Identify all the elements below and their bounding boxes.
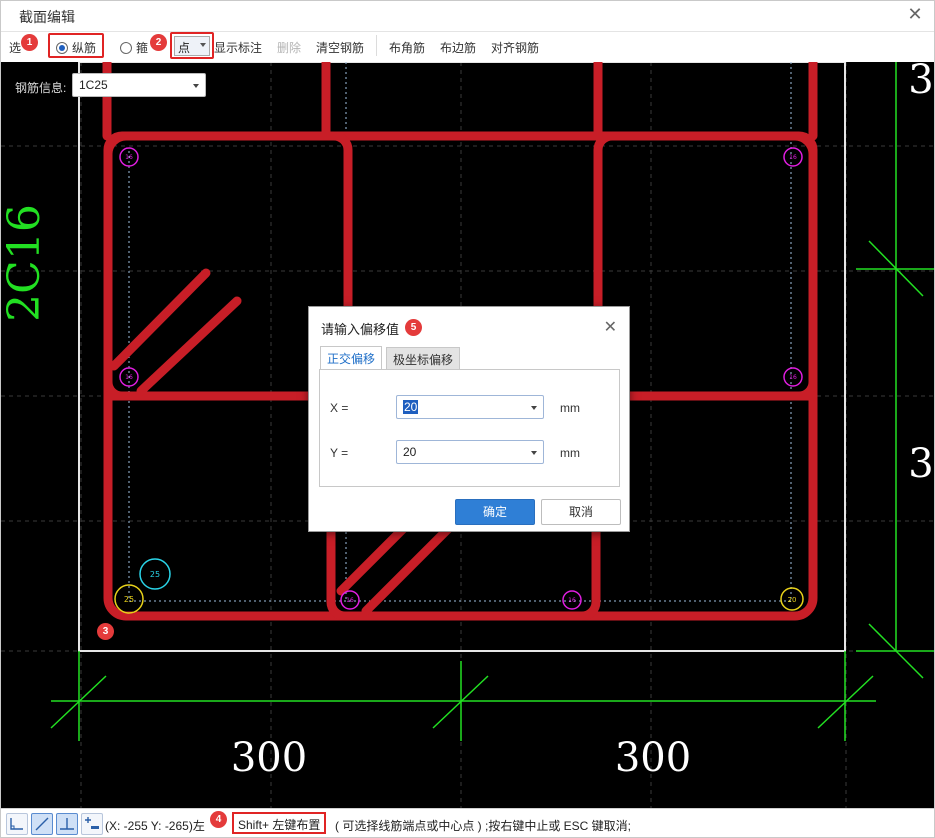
- coordinate-readout: (X: -255 Y: -265)左: [105, 819, 205, 833]
- align-rebar-button[interactable]: 对齐钢筋: [491, 39, 539, 56]
- status-bar: (X: -255 Y: -265)左 4 Shift+ 左键布置 ( 可选择线筋…: [1, 808, 934, 837]
- tab-orthogonal-offset[interactable]: 正交偏移: [320, 346, 383, 370]
- point-mode-value: 点: [178, 41, 191, 55]
- radio-stirrup-label: 箍: [136, 41, 149, 55]
- chevron-down-icon: [193, 84, 199, 88]
- preview-bar-label: 25: [150, 570, 160, 579]
- dimension-right-mid: 3: [908, 441, 933, 487]
- window-title: 截面编辑: [19, 9, 75, 25]
- svg-text:16: 16: [125, 154, 133, 161]
- radio-longitudinal-label: 纵筋: [72, 41, 97, 55]
- close-icon[interactable]: ✕: [906, 5, 924, 23]
- corner-rebar-button[interactable]: 布角筋: [389, 39, 425, 56]
- point-mode-dropdown[interactable]: 点: [174, 36, 210, 56]
- step-badge-4: 4: [210, 811, 227, 828]
- svg-text:16: 16: [346, 597, 354, 604]
- offset-tab-panel: X = 20 mm Y = 20 mm: [319, 369, 620, 487]
- dimension-right: 300: [615, 735, 691, 781]
- toolbar-divider: [376, 35, 377, 56]
- y-offset-value: 20: [403, 445, 417, 459]
- select-label: 选: [9, 41, 22, 55]
- svg-text:16: 16: [789, 154, 797, 161]
- perpendicular-icon: [60, 818, 74, 830]
- step-badge-3: 3: [97, 623, 114, 640]
- shift-click-hint: Shift+ 左键布置: [232, 812, 327, 834]
- svg-text:16: 16: [125, 374, 133, 381]
- svg-text:16: 16: [568, 597, 576, 604]
- perpendicular-snap-toggle[interactable]: [56, 813, 78, 835]
- status-hint-text: ( 可选择线筋端点或中心点 ) ;按右键中止或 ESC 键取消;: [335, 819, 632, 833]
- delete-button[interactable]: 删除: [277, 39, 301, 56]
- side-rebar-label: 2C16: [1, 204, 50, 322]
- offset-snap-toggle[interactable]: [81, 813, 103, 835]
- ortho-icon: [10, 818, 23, 830]
- chevron-down-icon: [531, 451, 537, 455]
- section-editor-window: 截面编辑 ✕ 选 1 纵筋 箍 2 点 显示标注 删除 清空钢筋 布角筋 布边筋…: [0, 0, 935, 838]
- radio-unchecked-icon: [120, 42, 132, 54]
- ok-button[interactable]: 确定: [455, 499, 535, 525]
- show-annotation-button[interactable]: 显示标注: [214, 39, 262, 56]
- step-badge-2: 2: [150, 34, 167, 51]
- chevron-down-icon: [531, 406, 537, 410]
- polar-snap-toggle[interactable]: [31, 813, 53, 835]
- dialog-title: 请输入偏移值: [321, 322, 400, 337]
- tab-polar-offset[interactable]: 极坐标偏移: [386, 347, 461, 369]
- step-badge-1: 1: [21, 34, 38, 51]
- corner-bars: [114, 584, 804, 614]
- diagonal-line-icon: [35, 817, 49, 831]
- x-offset-value: 20: [403, 400, 419, 414]
- dimension-right-top: 3: [908, 62, 933, 103]
- rebar-info-value: 1C25: [79, 78, 108, 92]
- dimension-left: 300: [231, 735, 307, 781]
- step-badge-5: 5: [405, 319, 422, 336]
- clear-rebar-button[interactable]: 清空钢筋: [316, 39, 364, 56]
- y-label: Y =: [330, 446, 349, 460]
- corner-bar-label-right: 20: [788, 596, 797, 604]
- corner-bar-label-left: 25: [124, 595, 134, 604]
- cancel-button[interactable]: 取消: [541, 499, 621, 525]
- close-icon[interactable]: ✕: [604, 317, 617, 337]
- x-offset-input[interactable]: 20: [396, 395, 544, 419]
- svg-text:16: 16: [789, 374, 797, 381]
- chevron-down-icon: [200, 43, 206, 47]
- radio-longitudinal[interactable]: 纵筋: [56, 39, 96, 56]
- x-label: X =: [330, 401, 349, 415]
- y-offset-input[interactable]: 20: [396, 440, 544, 464]
- edge-rebar-button[interactable]: 布边筋: [440, 39, 476, 56]
- radio-checked-icon: [56, 42, 68, 54]
- x-unit: mm: [560, 401, 580, 415]
- title-bar: 截面编辑 ✕: [1, 1, 934, 31]
- radio-stirrup[interactable]: 箍: [120, 39, 148, 56]
- offset-plus-icon: [85, 817, 99, 829]
- rebar-info-label: 钢筋信息:: [15, 81, 67, 95]
- rebar-info-dropdown[interactable]: 1C25: [72, 73, 206, 97]
- offset-dialog: 请输入偏移值 5 ✕ 正交偏移 极坐标偏移 X = 20 mm Y = 20 m…: [308, 306, 630, 532]
- ortho-snap-toggle[interactable]: [6, 813, 28, 835]
- y-unit: mm: [560, 446, 580, 460]
